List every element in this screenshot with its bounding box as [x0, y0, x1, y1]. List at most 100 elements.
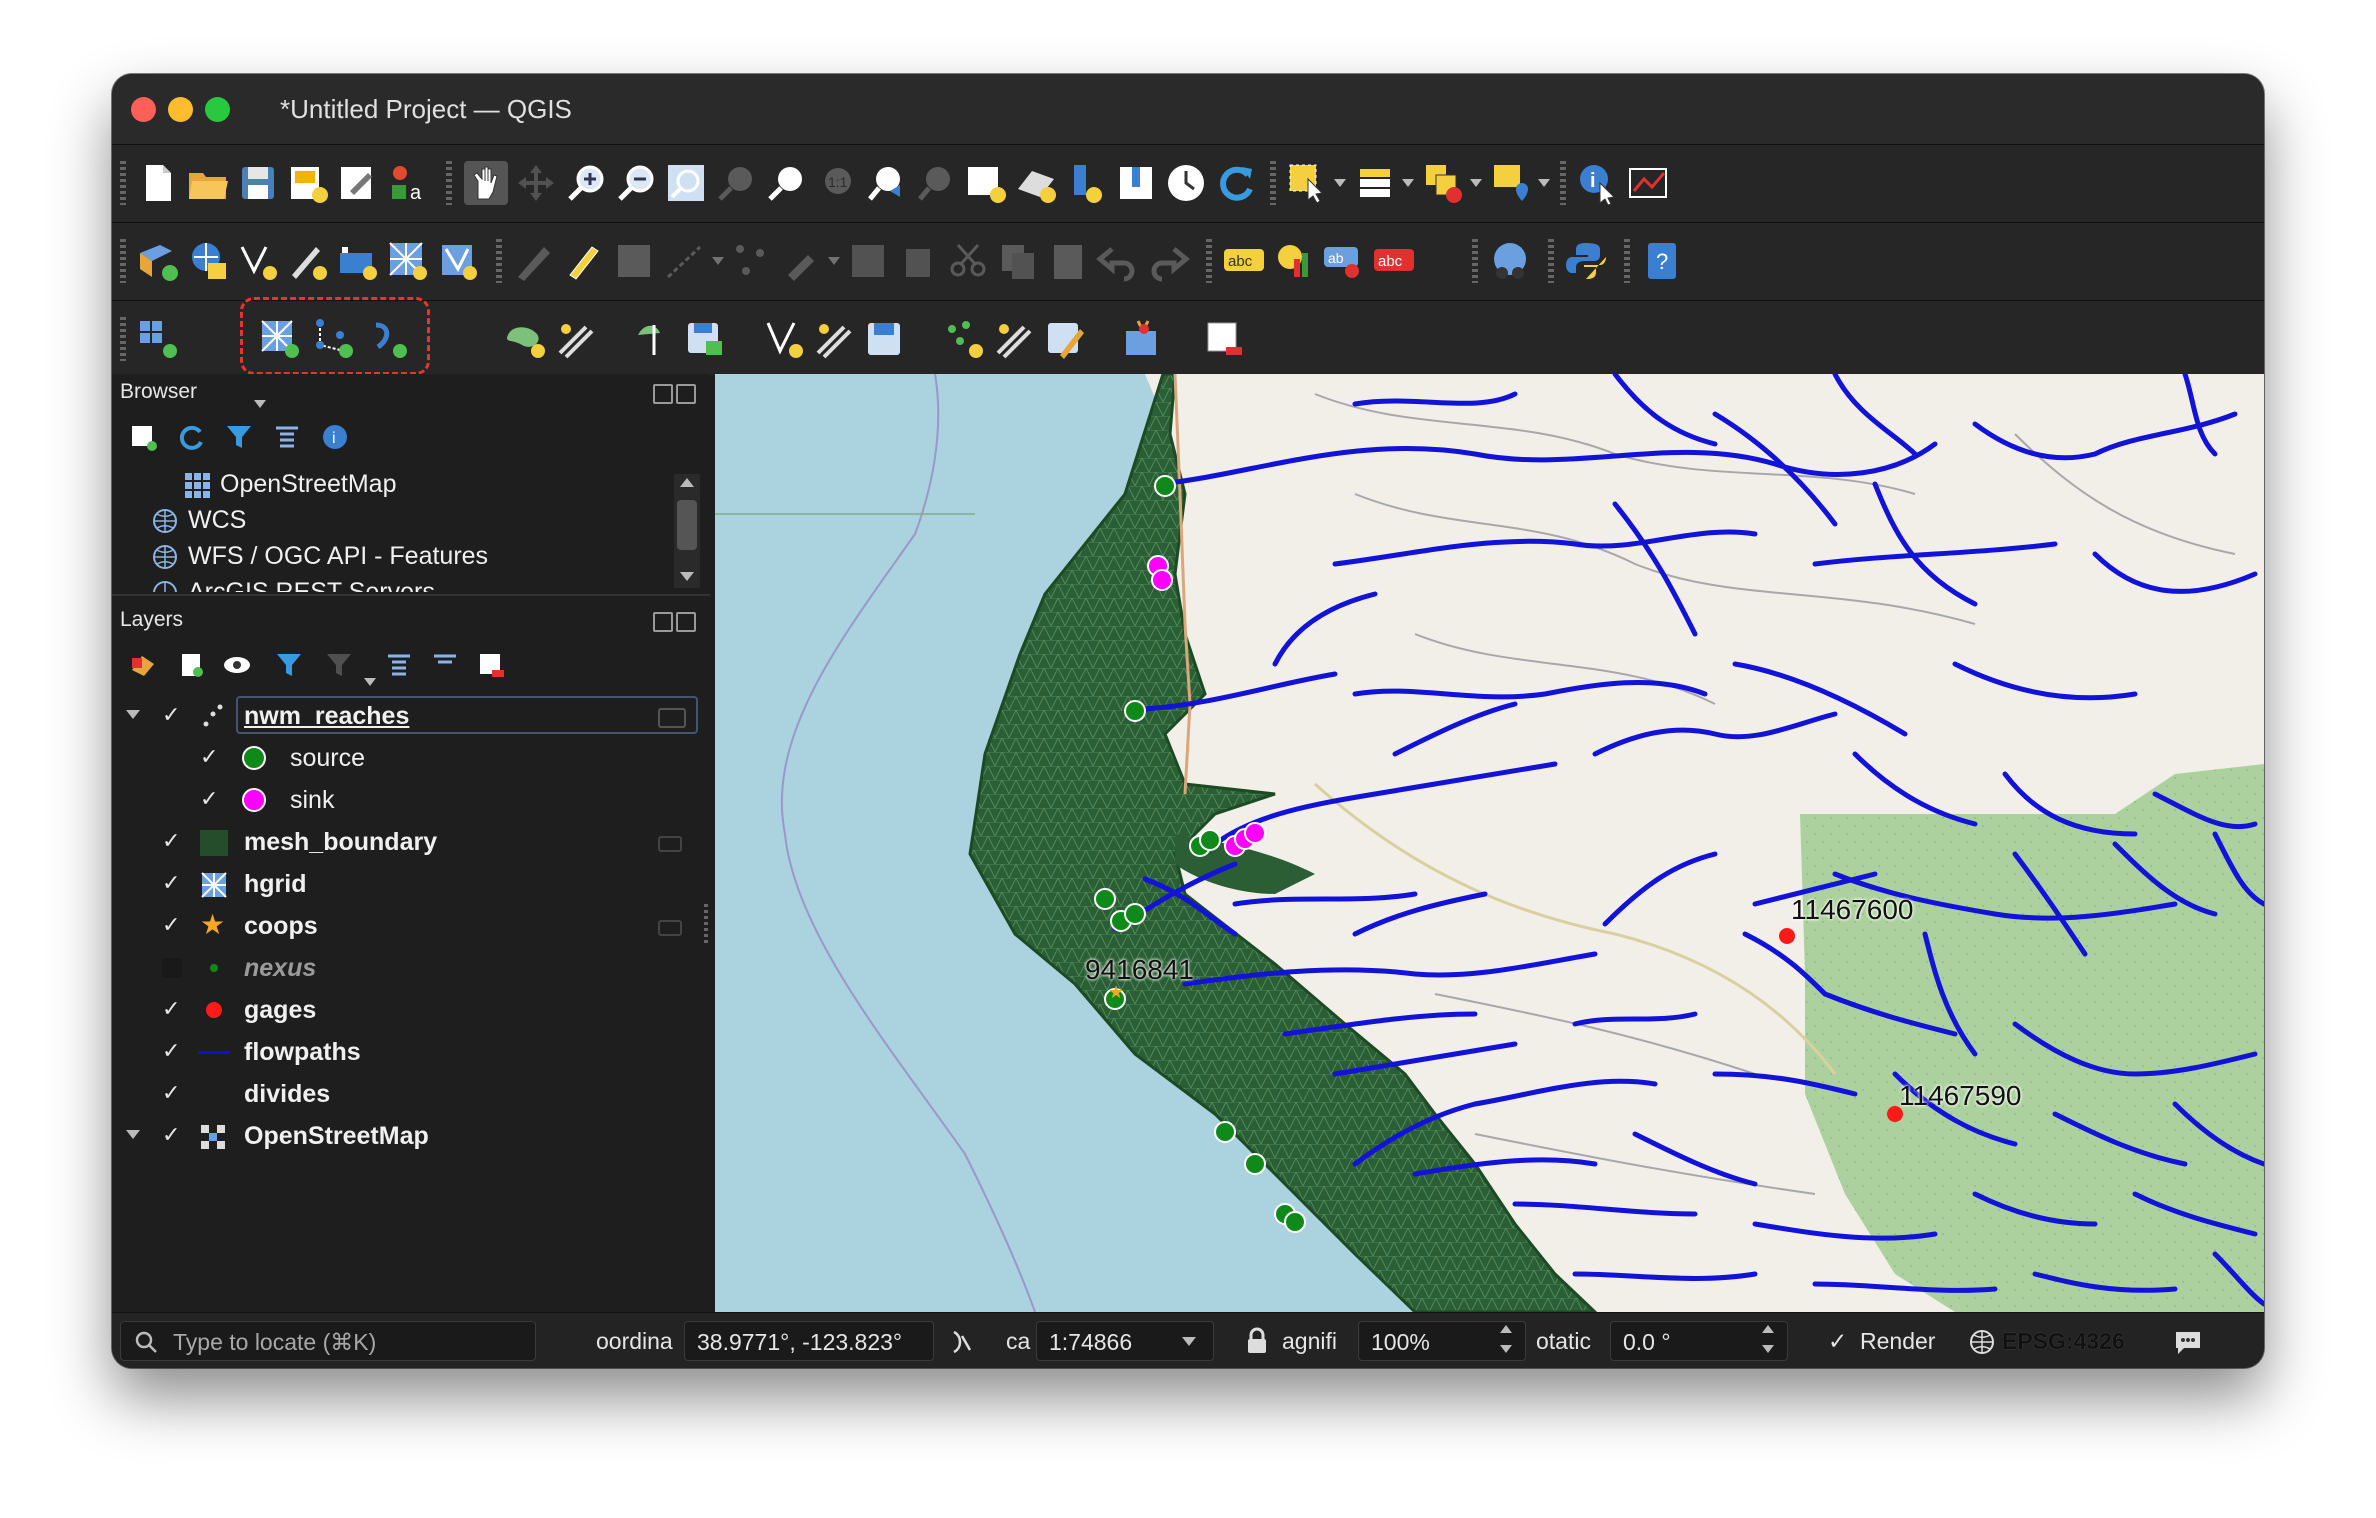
layer-indicator-icon[interactable]: [658, 920, 682, 936]
layer-checkbox[interactable]: ✓: [162, 1038, 180, 1064]
layer-checkbox[interactable]: ✓: [162, 702, 180, 728]
identify-features-icon[interactable]: i: [1576, 161, 1620, 205]
panel-splitter[interactable]: [112, 594, 710, 596]
new-map-view-icon[interactable]: [964, 161, 1008, 205]
new-virtual-layer-icon[interactable]: [336, 239, 380, 283]
zoom-full-icon[interactable]: [664, 161, 708, 205]
browser-info-icon[interactable]: i: [320, 422, 350, 452]
maximize-window-button[interactable]: [205, 97, 230, 122]
locator-search-input[interactable]: Type to locate (⌘K): [120, 1321, 536, 1361]
spin-down-icon[interactable]: [1500, 1345, 1512, 1353]
layer-openstreetmap[interactable]: ✓ OpenStreetMap: [112, 1116, 702, 1156]
expand-all-icon[interactable]: [384, 650, 414, 680]
layout-manager-icon[interactable]: [336, 161, 380, 205]
layers-float-button[interactable]: [653, 612, 673, 632]
select-by-location-icon[interactable]: [1490, 161, 1534, 205]
layer-checkbox[interactable]: ✓: [162, 996, 180, 1022]
vertex-tool-icon[interactable]: [730, 239, 774, 283]
open-project-icon[interactable]: [186, 161, 230, 205]
delete-icon[interactable]: [846, 239, 890, 283]
show-bookmarks-icon[interactable]: [1114, 161, 1158, 205]
temporal-controller-icon[interactable]: [1164, 161, 1208, 205]
new-print-layout-icon[interactable]: [286, 161, 330, 205]
minimize-window-button[interactable]: [168, 97, 193, 122]
undo-icon[interactable]: [1096, 239, 1140, 283]
scale-dropdown-icon[interactable]: [1182, 1337, 1196, 1346]
zoom-next-icon[interactable]: [914, 161, 958, 205]
show-labels-icon[interactable]: abc: [1372, 239, 1416, 283]
layer-coops[interactable]: ✓ ★ coops: [112, 906, 702, 946]
plugin-import-icon[interactable]: [1122, 317, 1166, 361]
zoom-to-selection-icon[interactable]: [714, 161, 758, 205]
browser-scrollbar[interactable]: [674, 474, 700, 588]
layer-checkbox[interactable]: ✓: [162, 1080, 180, 1106]
layer-checkbox-unchecked[interactable]: [162, 958, 182, 978]
dock-resize-handle[interactable]: [704, 904, 708, 944]
browser-item-wfs[interactable]: WFS / OGC API - Features: [112, 536, 680, 576]
collapse-all-layers-icon[interactable]: [430, 650, 460, 680]
extents-toggle-icon[interactable]: [948, 1328, 976, 1356]
plugin-remove-icon[interactable]: [1202, 317, 1246, 361]
scroll-up-icon[interactable]: [680, 478, 694, 487]
layers-close-button[interactable]: [676, 612, 696, 632]
browser-item-arcgis[interactable]: ArcGIS REST Servers: [112, 572, 680, 592]
new-3d-map-icon[interactable]: [1014, 161, 1058, 205]
cut-icon[interactable]: [946, 239, 990, 283]
legend-checkbox[interactable]: ✓: [200, 744, 218, 770]
select-features-icon[interactable]: [1286, 161, 1330, 205]
spin-up-icon[interactable]: [1762, 1325, 1774, 1333]
filter-legend-icon[interactable]: [274, 650, 304, 680]
layer-flowpaths[interactable]: ✓ flowpaths: [112, 1032, 702, 1072]
crs-globe-icon[interactable]: [1968, 1328, 1996, 1356]
layer-nexus[interactable]: nexus: [112, 948, 702, 988]
layer-divides[interactable]: ✓ divides: [112, 1074, 702, 1114]
browser-close-button[interactable]: [676, 384, 696, 404]
layer-hgrid[interactable]: ✓ hgrid: [112, 864, 702, 904]
scroll-thumb[interactable]: [677, 500, 697, 550]
plugin-save-icon[interactable]: [682, 317, 726, 361]
filter-browser-icon[interactable]: [224, 422, 254, 452]
plugin-vertex-icon[interactable]: [762, 317, 806, 361]
plugin-green-icon[interactable]: [504, 317, 548, 361]
map-canvas[interactable]: ★ 11467600 11467590 9416841: [715, 374, 2264, 1312]
label-icon[interactable]: abc: [1222, 239, 1266, 283]
plugin-tool-2-icon[interactable]: [812, 317, 856, 361]
add-group-icon[interactable]: [176, 650, 206, 680]
layer-styling-icon[interactable]: [128, 650, 158, 680]
measure-icon[interactable]: [1626, 161, 1670, 205]
legend-sink[interactable]: ✓ sink: [112, 780, 702, 820]
layer-checkbox[interactable]: ✓: [162, 828, 180, 854]
refresh-browser-icon[interactable]: [176, 422, 206, 452]
zoom-in-icon[interactable]: [564, 161, 608, 205]
mesh-tools-icon[interactable]: [136, 317, 180, 361]
new-bookmark-icon[interactable]: [1064, 161, 1108, 205]
add-selected-layers-icon[interactable]: [128, 422, 158, 452]
browser-item-wcs[interactable]: WCS: [112, 500, 680, 540]
layer-gages[interactable]: ✓ gages: [112, 990, 702, 1030]
filter-by-expression-icon[interactable]: [324, 650, 354, 680]
zoom-to-layer-icon[interactable]: [764, 161, 808, 205]
redo-icon[interactable]: [1146, 239, 1190, 283]
edit-table-icon[interactable]: [780, 239, 824, 283]
new-temporary-layer-icon[interactable]: [286, 239, 330, 283]
plugin-split-icon[interactable]: [632, 317, 676, 361]
plugin-tool-icon[interactable]: [554, 317, 598, 361]
digitize-icon[interactable]: [512, 239, 556, 283]
browser-float-button[interactable]: [653, 384, 673, 404]
new-shapefile-layer-icon[interactable]: [236, 239, 280, 283]
zoom-native-icon[interactable]: 1:1: [814, 161, 858, 205]
legend-checkbox[interactable]: ✓: [200, 786, 218, 812]
plugin-tool-3-icon[interactable]: [992, 317, 1036, 361]
zoom-last-icon[interactable]: [864, 161, 908, 205]
toggle-editing-icon[interactable]: [562, 239, 606, 283]
crs-label[interactable]: EPSG:4326: [2002, 1321, 2125, 1361]
paste-icon[interactable]: [1046, 239, 1090, 283]
coordinate-field[interactable]: 38.9771°, -123.823°: [684, 1321, 934, 1361]
diagram-icon[interactable]: [1272, 239, 1316, 283]
save-project-icon[interactable]: [236, 161, 280, 205]
style-manager-icon[interactable]: a: [386, 161, 430, 205]
deselect-features-icon[interactable]: [1422, 161, 1466, 205]
layer-indicator-icon[interactable]: [658, 708, 686, 728]
manage-visibility-icon[interactable]: [222, 650, 252, 680]
plugin-points-icon[interactable]: [942, 317, 986, 361]
